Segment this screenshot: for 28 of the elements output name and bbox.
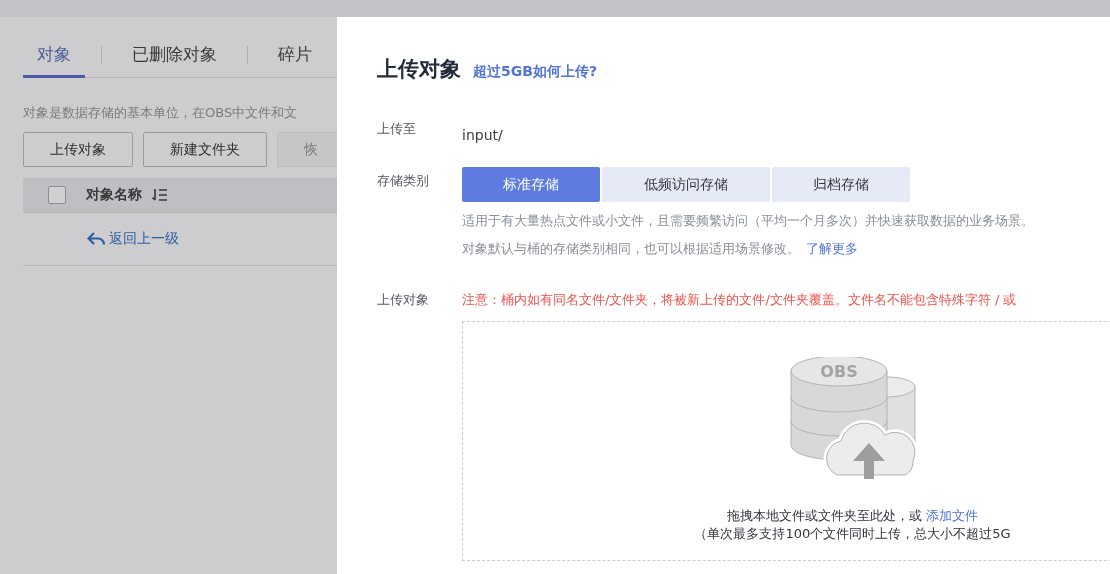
field-label: 上传至 [377, 120, 417, 138]
back-link[interactable]: 返回上一级 [87, 230, 179, 248]
tab[interactable]: 对象 [23, 39, 85, 78]
tab[interactable]: 碎片 [264, 39, 326, 78]
storage-class-tab[interactable]: 低频访问存储 [602, 167, 770, 202]
warning-text: 注意：桶内如有同名文件/文件夹，将被新上传的文件/文件夹覆盖。文件名不能包含特殊字符 / 或 [462, 291, 1018, 309]
help-text: 适用于有大量热点文件或小文件，且需要频繁访问（平均一个月多次）并快速获取数据的业务场景。 [462, 212, 1034, 230]
description-text: 对象是数据存储的基本单位，在OBS中文件和文 [23, 104, 299, 122]
limit-note: （单次最多支持100个文件同时上传，总大小不超过5G [694, 525, 1011, 543]
field-label: 上传对象 [377, 291, 430, 309]
back-arrow-icon [87, 232, 105, 246]
help-text: 对象默认与桶的存储类别相同，也可以根据适用场景修改。 了解更多 [462, 240, 859, 258]
column-header: 对象名称 [86, 186, 142, 204]
drop-hint: 拖拽本地文件或文件夹至此处，或 添加文件 [727, 507, 978, 525]
help-link[interactable]: 超过5GB如何上传? [473, 63, 598, 81]
upload-path: input/ [462, 126, 503, 143]
select-all-checkbox[interactable] [48, 186, 66, 204]
dialog-title: 上传对象 [377, 56, 461, 83]
storage-class-tab[interactable]: 标准存储 [462, 167, 600, 202]
sort-icon[interactable] [152, 188, 168, 202]
field-label: 存储类别 [377, 172, 430, 190]
drop-zone[interactable]: OBS 拖拽本地文件或文件夹至此处，或 添加文件 （单次最多支持100个文件同时上传，总大小不超过5G [462, 321, 1110, 561]
add-file-link[interactable]: 添加文件 [926, 508, 978, 523]
storage-class-tab[interactable]: 归档存储 [772, 167, 910, 202]
learn-more-link[interactable]: 了解更多 [806, 241, 858, 256]
toolbar-button[interactable]: 新建文件夹 [143, 132, 267, 167]
toolbar-button[interactable]: 上传对象 [23, 132, 133, 167]
tab[interactable]: 已删除对象 [118, 39, 231, 78]
